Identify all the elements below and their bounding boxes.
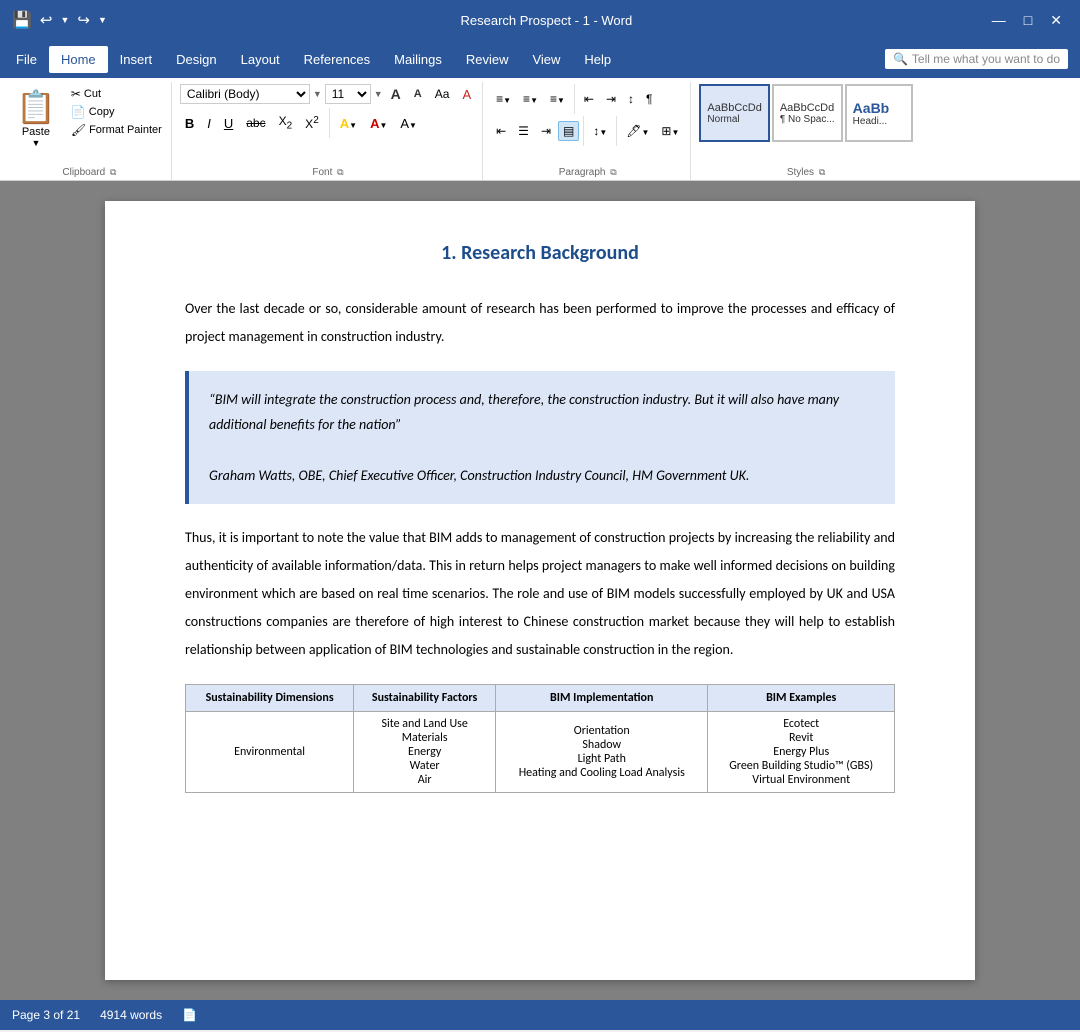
language-icon[interactable]: 📄 [182, 1008, 197, 1022]
styles-group-label: Styles ⧉ [693, 167, 918, 178]
clipboard-sub-buttons: ✂ Cut 📄 Copy 🖌 Format Painter [66, 84, 165, 164]
table-row: Environmental Site and Land Use Material… [186, 711, 895, 792]
font-name-dropdown-icon[interactable]: ▼ [313, 89, 322, 99]
font-shrink-button[interactable]: A [409, 86, 427, 102]
bullets-button[interactable]: ≡▼ [491, 89, 516, 109]
title-text: Research Prospect - 1 - Word [461, 13, 633, 28]
search-box[interactable]: 🔍 Tell me what you want to do [885, 49, 1068, 69]
copy-button[interactable]: 📄 Copy [68, 104, 165, 120]
font-group: Calibri (Body) ▼ 11 ▼ A A Aa A B I U abc… [174, 82, 483, 180]
align-right-button[interactable]: ⇥ [536, 121, 556, 141]
paragraph-group-label: Paragraph ⧉ [485, 167, 690, 178]
clipboard-launcher-icon[interactable]: ⧉ [110, 167, 116, 177]
minimize-button[interactable]: — [986, 12, 1012, 28]
italic-button[interactable]: I [202, 114, 216, 133]
paste-button[interactable]: 📋 Paste ▼ [12, 84, 64, 164]
menu-home[interactable]: Home [49, 46, 108, 73]
subscript-button[interactable]: X2 [274, 112, 298, 133]
font-launcher-icon[interactable]: ⧉ [337, 167, 343, 177]
show-marks-button[interactable]: ¶ [641, 89, 657, 109]
style-heading1[interactable]: AaBb Headi... [845, 84, 913, 142]
align-justify-button[interactable]: ▤ [558, 121, 579, 141]
menu-insert[interactable]: Insert [108, 46, 165, 73]
align-center-button[interactable]: ☰ [513, 121, 534, 141]
font-color-button[interactable]: A▼ [365, 114, 392, 133]
font-size-dropdown-icon[interactable]: ▼ [374, 89, 383, 99]
table-cell-dimension: Environmental [186, 711, 354, 792]
clear-formatting-button[interactable]: A [457, 85, 476, 104]
menu-layout[interactable]: Layout [229, 46, 292, 73]
word-count: 4914 words [100, 1008, 162, 1022]
title-bar-left: 💾 ↩ ▼ ↪ ▼ [12, 10, 107, 30]
table-header-implementation: BIM Implementation [496, 684, 708, 711]
document-area: 1. Research Background Over the last dec… [0, 181, 1080, 1000]
window-controls: — □ ✕ [986, 12, 1068, 29]
styles-launcher-icon[interactable]: ⧉ [819, 167, 825, 177]
format-painter-button[interactable]: 🖌 Format Painter [68, 122, 165, 138]
clipboard-group: 📋 Paste ▼ ✂ Cut 📄 Copy 🖌 Format [8, 82, 172, 180]
border-button[interactable]: ⊞▼ [656, 121, 684, 141]
clipboard-group-label: Clipboard ⧉ [8, 167, 171, 178]
quick-access-more-icon[interactable]: ▼ [98, 15, 107, 25]
table-header-factors: Sustainability Factors [354, 684, 496, 711]
underline-button[interactable]: U [219, 114, 238, 133]
menu-review[interactable]: Review [454, 46, 521, 73]
table-header-dimensions: Sustainability Dimensions [186, 684, 354, 711]
ribbon: 📋 Paste ▼ ✂ Cut 📄 Copy 🖌 Format [0, 78, 1080, 181]
sort-button[interactable]: ↕ [623, 89, 639, 109]
menu-design[interactable]: Design [164, 46, 228, 73]
change-case-button[interactable]: Aa [430, 85, 455, 103]
align-left-button[interactable]: ⇤ [491, 121, 511, 141]
shading-para-button[interactable]: 🖊▼ [621, 121, 654, 141]
decrease-indent-button[interactable]: ⇤ [579, 89, 599, 109]
undo-icon[interactable]: ↩ [40, 11, 53, 29]
multilevel-list-button[interactable]: ≡▼ [545, 89, 570, 109]
quote-text: “BIM will integrate the construction pro… [209, 387, 875, 437]
paragraph-launcher-icon[interactable]: ⧉ [610, 167, 616, 177]
cut-button[interactable]: ✂ Cut [68, 86, 165, 102]
font-size-select[interactable]: 11 [325, 84, 371, 104]
quote-attribution: Graham Watts, OBE, Chief Executive Offic… [209, 463, 875, 488]
shading-button[interactable]: A▼ [395, 114, 422, 133]
styles-group: AaBbCcDd Normal AaBbCcDd ¶ No Spac... Aa… [693, 82, 918, 180]
maximize-button[interactable]: □ [1018, 12, 1038, 28]
table-header-examples: BIM Examples [708, 684, 895, 711]
menu-help[interactable]: Help [572, 46, 623, 73]
document-page[interactable]: 1. Research Background Over the last dec… [105, 201, 975, 980]
font-name-select[interactable]: Calibri (Body) [180, 84, 310, 104]
style-no-spacing[interactable]: AaBbCcDd ¶ No Spac... [772, 84, 843, 142]
style-normal[interactable]: AaBbCcDd Normal [699, 84, 769, 142]
superscript-button[interactable]: X2 [300, 113, 324, 133]
redo-icon[interactable]: ↪ [77, 11, 90, 29]
font-group-label: Font ⧉ [174, 167, 482, 178]
menu-mailings[interactable]: Mailings [382, 46, 454, 73]
menu-references[interactable]: References [292, 46, 382, 73]
document-quote[interactable]: “BIM will integrate the construction pro… [185, 371, 895, 504]
document-para1[interactable]: Over the last decade or so, considerable… [185, 295, 895, 351]
paragraph-group: ≡▼ ≡▼ ≡▼ ⇤ ⇥ ↕ ¶ ⇤ ☰ ⇥ ▤ ↕▼ 🖊▼ ⊞▼ [485, 82, 691, 180]
undo-dropdown-icon[interactable]: ▼ [61, 15, 70, 25]
numbering-button[interactable]: ≡▼ [518, 89, 543, 109]
menu-view[interactable]: View [520, 46, 572, 73]
line-spacing-button[interactable]: ↕▼ [588, 121, 612, 141]
title-bar: 💾 ↩ ▼ ↪ ▼ Research Prospect - 1 - Word —… [0, 0, 1080, 40]
table-cell-implementation: Orientation Shadow Light Path Heating an… [496, 711, 708, 792]
document-heading: 1. Research Background [185, 241, 895, 265]
page-info: Page 3 of 21 [12, 1008, 80, 1022]
status-bar: Page 3 of 21 4914 words 📄 [0, 1000, 1080, 1030]
increase-indent-button[interactable]: ⇥ [601, 89, 621, 109]
menu-bar: File Home Insert Design Layout Reference… [0, 40, 1080, 78]
font-grow-button[interactable]: A [386, 84, 406, 104]
table-cell-factors: Site and Land Use Materials Energy Water… [354, 711, 496, 792]
table-cell-examples: Ecotect Revit Energy Plus Green Building… [708, 711, 895, 792]
bold-button[interactable]: B [180, 114, 199, 133]
text-highlight-button[interactable]: A▼ [335, 114, 362, 133]
sustainability-table: Sustainability Dimensions Sustainability… [185, 684, 895, 793]
save-icon[interactable]: 💾 [12, 10, 32, 30]
strikethrough-button[interactable]: abc [241, 114, 270, 132]
document-para2[interactable]: Thus, it is important to note the value … [185, 524, 895, 664]
menu-file[interactable]: File [4, 46, 49, 73]
close-button[interactable]: ✕ [1044, 12, 1068, 29]
